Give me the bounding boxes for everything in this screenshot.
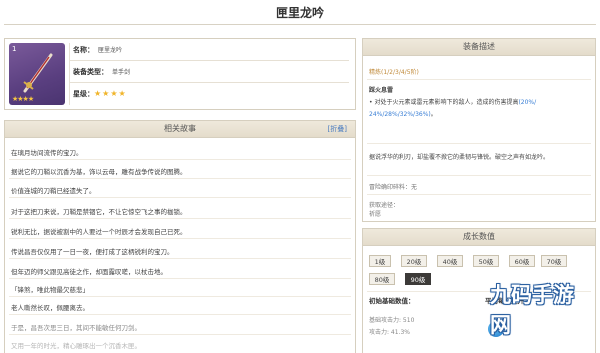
level-button-90[interactable]: 90级 — [405, 273, 431, 285]
type-label: 装备类型： — [73, 68, 108, 76]
story-line: 锐利无比，据说被割中的人要过一个时辰才会发现自己已死。 — [11, 228, 187, 236]
story-line: 但年迈的师父跟见高徒之作，却面露叹嗟，以杖击地。 — [11, 268, 167, 276]
story-line: 在璃月坊间流传的宝刀。 — [11, 149, 83, 157]
name-label: 名称： — [73, 46, 94, 54]
equip-description-panel: 装备描述 精炼(1/2/3/4/5阶) 踩火息雷 • 对处于火元素或雷元素影响下… — [362, 38, 596, 222]
refine-material: 冒险确印碎料：无 — [369, 184, 418, 191]
level-button-1[interactable]: 1级 — [369, 255, 391, 267]
base-stats-heading: 初始基础数值： — [369, 297, 415, 305]
star-label: 星级： — [73, 90, 94, 98]
line-divider — [9, 314, 351, 315]
sub-stat: 攻击力: 41.3% — [369, 329, 410, 336]
line-divider — [9, 258, 351, 259]
effect-values-b: 24%/28%/32%/36%) — [369, 111, 431, 118]
story-header: 相关故事 [折叠] — [5, 121, 355, 138]
obtain-label: 获取途径： — [369, 202, 400, 209]
line-divider — [9, 178, 351, 179]
watermark: 九码手游网 — [488, 283, 596, 351]
type-row: 装备类型： 单手剑 — [73, 67, 130, 77]
row-divider — [69, 60, 349, 61]
rank-badge: 1 — [12, 45, 17, 53]
title-divider — [4, 24, 596, 25]
row-divider — [69, 82, 349, 83]
line-divider — [9, 197, 351, 198]
story-line: 对于这把刀来说，刀鞘是禁锢它，不让它惊空飞之事的枷锁。 — [11, 208, 187, 216]
refine-label: 精炼(1/2/3/4/5阶) — [369, 69, 419, 76]
sword-icon — [23, 53, 53, 93]
line-divider — [9, 218, 351, 219]
story-line: 又用一年的时光，精心雕琢出一个沉香木匣。 — [11, 342, 141, 350]
star-rating: ★★★★ — [94, 89, 127, 98]
level-button-20[interactable]: 20级 — [401, 255, 427, 267]
effect-values-a: (20%/ — [518, 99, 537, 106]
line-divider — [9, 238, 351, 239]
story-line: 「锋煞，唯此物最欠慈悲」 — [11, 286, 89, 294]
line-divider — [9, 334, 351, 335]
base-attack: 基础攻击力: 510 — [369, 317, 415, 324]
line-divider — [9, 278, 351, 279]
effect-prefix: • 对处于火元素或雷元素影响下的敌人，造成的伤害提高 — [369, 99, 519, 106]
story-line: 于是，昌吾次思三日，其间不能敏任何刀剑。 — [11, 324, 141, 332]
story-line: 老人嘶然长叹，佩腰离去。 — [11, 304, 89, 312]
name-value: 匣里龙吟 — [98, 47, 123, 54]
portrait-stars: ★★★★ — [12, 95, 34, 103]
name-row: 名称： 匣里龙吟 — [73, 45, 122, 55]
story-line: 据说它的刀鞘以沉香为基，饰以云母，雕有战争传说的图腾。 — [11, 168, 187, 176]
divider — [367, 143, 591, 144]
story-line: 传说昌吾仅仅用了一日一夜，便打成了这柄锐利的宝刀。 — [11, 248, 174, 256]
line-divider — [9, 159, 351, 160]
level-button-40[interactable]: 40级 — [437, 255, 463, 267]
obtain-value: 祈愿 — [369, 211, 382, 218]
story-panel: 相关故事 [折叠] 在璃月坊间流传的宝刀。据说它的刀鞘以沉香为基，饰以云母，雕有… — [4, 120, 356, 353]
weapon-info-card: 1 ★★★★ 名称： 匣里龙吟 装备类型： 单手剑 星级：★★★★ — [4, 38, 356, 110]
story-title: 相关故事 — [164, 124, 196, 133]
skill-name: 踩火息雷 — [369, 87, 394, 94]
level-button-50[interactable]: 50级 — [473, 255, 499, 267]
skill-effect-cont: 24%/28%/32%/36%)。 — [369, 109, 437, 118]
divider — [367, 194, 591, 195]
watermark-text: 九码手游网 — [490, 283, 574, 337]
level-button-60[interactable]: 60级 — [509, 255, 535, 267]
line-divider — [9, 296, 351, 297]
star-row: 星级：★★★★ — [73, 89, 127, 99]
info-divider — [69, 43, 70, 105]
weapon-portrait: 1 ★★★★ — [9, 43, 65, 105]
divider — [367, 79, 591, 80]
weapon-lore: 据说浮华的利刃，却盐覆不掀它的柔韧与锋锐。破空之声有如龙吟。 — [369, 154, 550, 161]
story-line: 价值连城的刀鞘已经遗失了。 — [11, 187, 96, 195]
divider — [367, 175, 591, 176]
level-button-80[interactable]: 80级 — [369, 273, 395, 285]
growth-header: 成长数值 — [363, 229, 595, 246]
equip-header: 装备描述 — [363, 39, 595, 56]
effect-suffix: 。 — [430, 111, 437, 118]
skill-effect: • 对处于火元素或雷元素影响下的敌人，造成的伤害提高(20%/ — [369, 97, 536, 106]
fold-link[interactable]: [折叠] — [328, 121, 347, 137]
level-button-70[interactable]: 70级 — [541, 255, 567, 267]
type-value: 单手剑 — [112, 69, 131, 76]
page-title: 匣里龙吟 — [275, 6, 324, 20]
